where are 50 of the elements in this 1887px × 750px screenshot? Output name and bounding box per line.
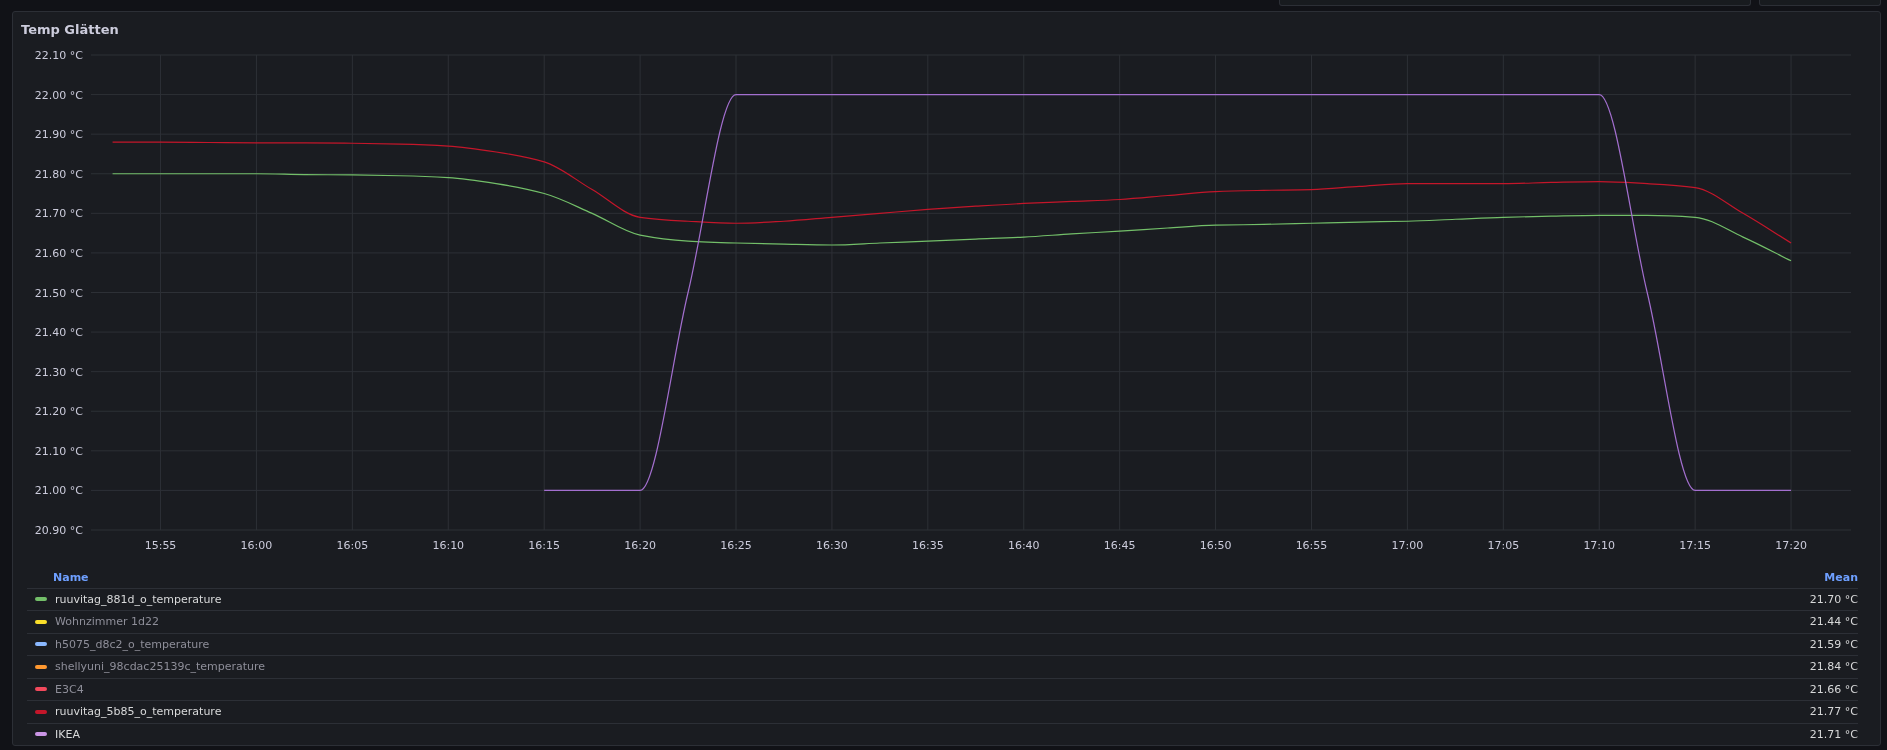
x-axis-label: 15:55	[144, 538, 177, 552]
panel-title: Temp Glätten	[21, 20, 120, 39]
column-header[interactable]: Name	[53, 570, 89, 584]
x-axis-label: 17:20	[1775, 538, 1807, 552]
x-axis-label: 16:35	[912, 538, 944, 552]
mean-value: 21.66 °C	[1809, 682, 1858, 696]
toolbar-button[interactable]	[1279, 0, 1751, 6]
y-axis-label: 21.00 °C	[34, 483, 83, 497]
x-axis-label: 16:40	[1007, 538, 1040, 552]
series-name[interactable]: shellyuni_98cdac25139c_temperature	[55, 660, 1810, 674]
y-axis-label: 21.10 °C	[34, 444, 83, 458]
x-axis-label: 16:20	[624, 538, 656, 552]
mean-value: 21.77 °C	[1809, 705, 1858, 719]
series-name[interactable]: IKEA	[55, 727, 1810, 741]
y-axis-label: 21.60 °C	[34, 246, 83, 260]
x-axis-label: 16:45	[1103, 538, 1136, 552]
y-axis-label: 21.70 °C	[34, 206, 83, 220]
column-header[interactable]: Mean	[1824, 570, 1858, 584]
y-axis-label: 21.80 °C	[34, 167, 83, 181]
x-axis-label: 16:25	[720, 538, 752, 552]
y-axis-label: 22.00 °C	[34, 88, 83, 102]
x-axis-label: 16:55	[1295, 538, 1328, 552]
x-axis-label: 16:10	[432, 538, 465, 552]
series-name[interactable]: ruuvitag_881d_o_temperature	[55, 592, 1810, 606]
toolbar-button[interactable]	[1759, 0, 1881, 6]
x-axis-label: 17:00	[1391, 538, 1424, 552]
y-axis-label: 21.50 °C	[34, 286, 83, 299]
series-name[interactable]: E3C4	[55, 682, 1810, 696]
x-axis-label: 16:00	[240, 538, 273, 552]
y-axis-label: 21.40 °C	[34, 325, 83, 339]
mean-value: 21.59 °C	[1809, 637, 1858, 651]
mean-value: 21.44 °C	[1809, 615, 1858, 629]
mean-value: 21.71 °C	[1809, 727, 1858, 741]
x-axis-label: 16:50	[1199, 538, 1232, 552]
x-axis-label: 16:15	[528, 538, 561, 552]
series-name[interactable]: ruuvitag_5b85_o_temperature	[55, 705, 1810, 719]
x-axis-label: 16:30	[816, 538, 848, 552]
y-axis-label: 21.20 °C	[34, 404, 83, 418]
mean-value: 21.84 °C	[1809, 660, 1858, 674]
x-axis-label: 17:15	[1679, 538, 1711, 552]
x-axis-label: 17:05	[1487, 538, 1520, 552]
x-axis-label: 17:10	[1583, 538, 1616, 552]
y-axis-label: 20.90 °C	[34, 523, 83, 537]
series-name[interactable]: Wohnzimmer 1d22	[55, 615, 1810, 629]
mean-value: 21.70 °C	[1809, 592, 1858, 606]
y-axis-label: 21.90 °C	[34, 127, 83, 141]
x-axis-label: 16:05	[336, 538, 369, 552]
y-axis-label: 21.30 °C	[34, 365, 83, 379]
y-axis-label: 22.10 °C	[34, 48, 83, 62]
series-name[interactable]: h5075_d8c2_o_temperature	[55, 637, 1810, 651]
